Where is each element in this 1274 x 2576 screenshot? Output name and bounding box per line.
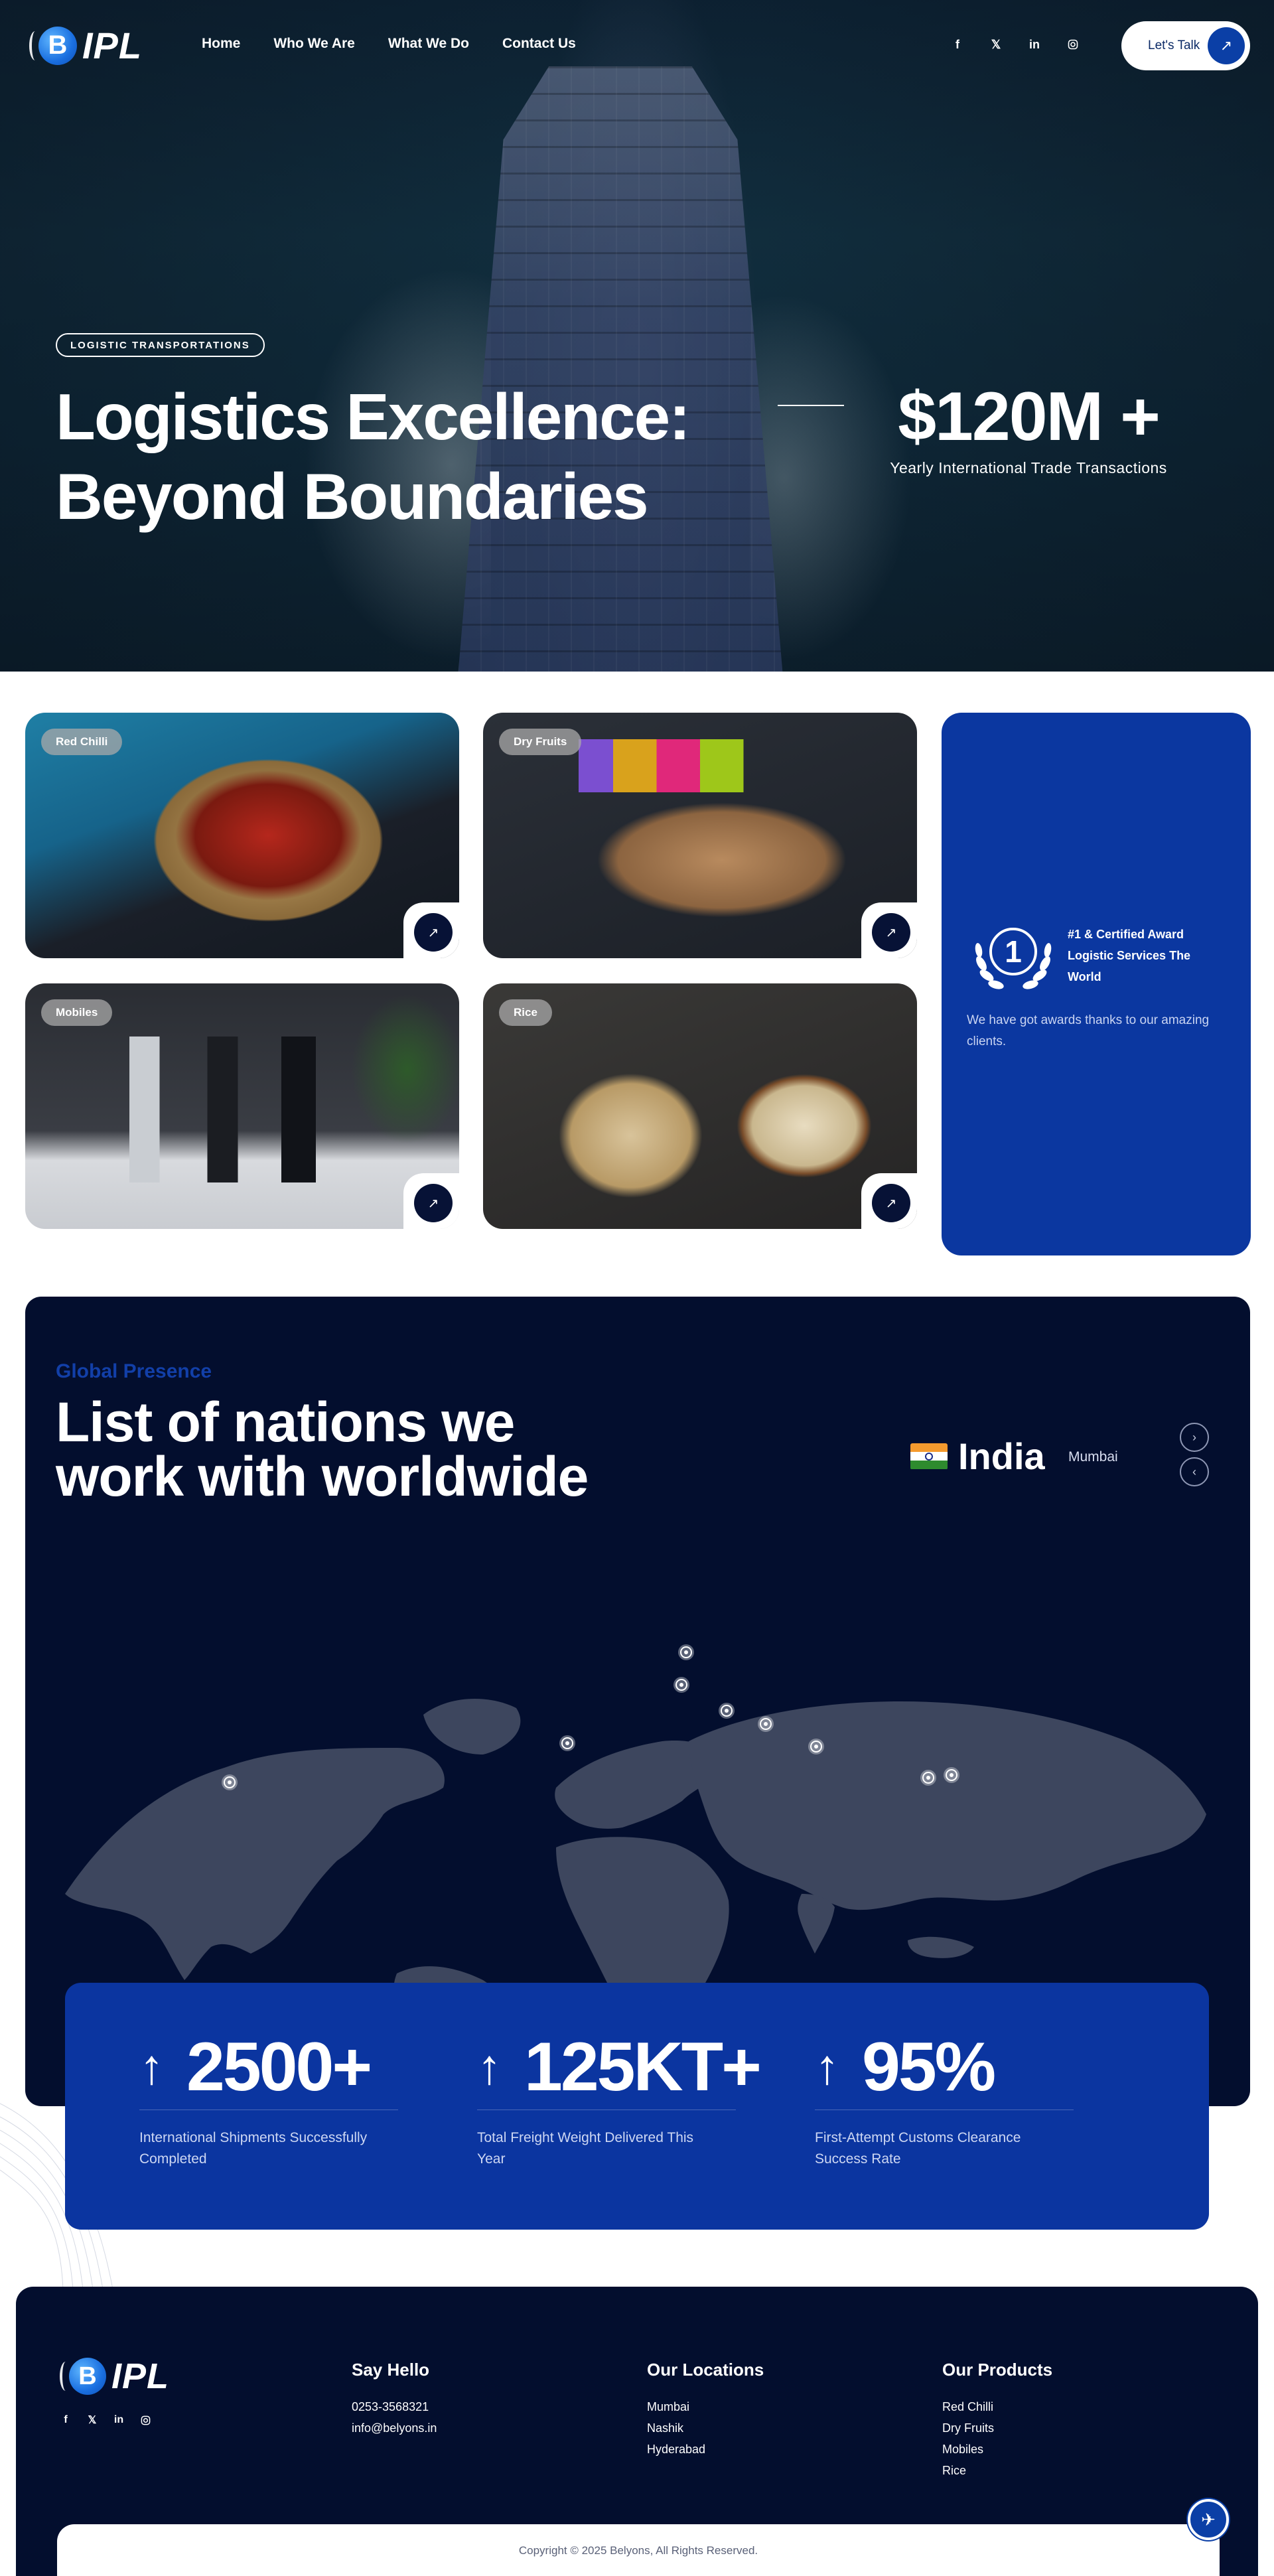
logo-mark: B <box>38 26 77 65</box>
footer-email[interactable]: info@belyons.in <box>352 2417 437 2439</box>
stat-value: 2500+ <box>186 2028 372 2106</box>
country-name: India <box>958 1435 1045 1477</box>
top-navigation: B IPL Home Who We Are What We Do Contact… <box>0 0 1274 90</box>
hero-stat-caption: Yearly International Trade Transactions <box>890 459 1167 476</box>
footer-logo[interactable]: B IPL <box>60 2356 169 2397</box>
logo-wordmark: IPL <box>82 25 143 66</box>
footer-socials: f 𝕏 in <box>60 2414 151 2426</box>
product-label: Dry Fruits <box>499 729 582 755</box>
header-socials: f 𝕏 in <box>952 38 1079 51</box>
arrow-up-right-icon[interactable]: ↗ <box>414 913 453 952</box>
nav-contact-us[interactable]: Contact Us <box>502 36 576 52</box>
product-label: Mobiles <box>41 999 113 1026</box>
product-label: Rice <box>499 999 552 1026</box>
facebook-icon[interactable]: f <box>60 2414 72 2426</box>
stat-value: 125KT+ <box>524 2028 762 2106</box>
copyright-text: Copyright © 2025 Belyons, All Rights Res… <box>518 2544 758 2557</box>
section-heading: List of nations we work with worldwide <box>56 1391 589 1508</box>
logo-wordmark: IPL <box>111 2356 170 2396</box>
footer-heading: Our Products <box>942 2360 1053 2380</box>
india-flag-icon <box>910 1443 948 1470</box>
main-menu: Home Who We Are What We Do Contact Us <box>202 36 576 52</box>
product-card-red-chilli[interactable]: Red Chilli ↗ <box>25 713 459 958</box>
world-map <box>65 1644 1206 2013</box>
x-icon[interactable]: 𝕏 <box>86 2414 98 2426</box>
linkedin-icon[interactable]: in <box>113 2414 125 2426</box>
footer-link[interactable]: Hyderabad <box>647 2439 764 2460</box>
previous-country-button[interactable]: ‹ <box>1180 1457 1209 1486</box>
linkedin-icon[interactable]: in <box>1028 38 1040 51</box>
footer-link[interactable]: Mumbai <box>647 2396 764 2417</box>
arrow-up-right-icon[interactable]: ↗ <box>872 1184 910 1222</box>
stat-item: ↑ 95% First-Attempt Customs Clearance Suc… <box>815 2024 1074 2170</box>
stat-value: 95% <box>862 2028 996 2106</box>
hero-tag: LOGISTIC TRANSPORTATIONS <box>56 333 265 357</box>
award-card: 1 #1 & Certified Award Logistic Services… <box>942 713 1251 1255</box>
stats-panel: ↑ 2500+ International Shipments Successfu… <box>65 1983 1209 2230</box>
footer-link[interactable]: Mobiles <box>942 2439 1052 2460</box>
arrow-up-right-icon[interactable]: ↗ <box>414 1184 453 1222</box>
instagram-icon[interactable] <box>139 2414 151 2426</box>
product-card-dry-fruits[interactable]: Dry Fruits ↗ <box>483 713 917 958</box>
hero-stat-value: $120M + <box>898 378 1161 455</box>
footer-link[interactable]: Dry Fruits <box>942 2417 1052 2439</box>
footer-heading: Our Locations <box>647 2360 764 2380</box>
stat-item: ↑ 125KT+ Total Freight Weight Delivered T… <box>477 2024 762 2170</box>
stat-label: Total Freight Weight Delivered This Year <box>477 2130 694 2167</box>
hero-title: Logistics Excellence: Beyond Boundaries <box>56 380 691 533</box>
nav-home[interactable]: Home <box>202 36 240 52</box>
footer-contact: Say Hello 0253-3568321 info@belyons.in <box>352 2360 437 2439</box>
footer-heading: Say Hello <box>352 2360 430 2380</box>
section-eyebrow: Global Presence <box>56 1360 212 1382</box>
site-logo[interactable]: B IPL <box>29 24 142 67</box>
facebook-icon[interactable]: f <box>952 38 963 51</box>
copyright-bar: Copyright © 2025 Belyons, All Rights Res… <box>57 2524 1220 2576</box>
award-description: We have got awards thanks to our amazing… <box>967 1013 1210 1048</box>
stat-item: ↑ 2500+ International Shipments Successfu… <box>139 2024 398 2170</box>
site-footer: B IPL f 𝕏 in Say Hello 0253-3568321 info… <box>16 2287 1258 2576</box>
x-icon[interactable]: 𝕏 <box>990 38 1002 51</box>
product-card-rice[interactable]: Rice ↗ <box>483 983 917 1229</box>
selected-country: India Mumbai <box>910 1435 1118 1478</box>
country-city: Mumbai <box>1068 1449 1118 1465</box>
footer-link[interactable]: Rice <box>942 2460 1052 2481</box>
award-title: #1 & Certified Award Logistic Services T… <box>1068 928 1191 983</box>
footer-link[interactable]: Nashik <box>647 2417 764 2439</box>
stat-label: International Shipments Successfully Com… <box>139 2130 368 2167</box>
stat-label: First-Attempt Customs Clearance Success … <box>815 2130 1021 2167</box>
divider <box>778 405 844 406</box>
instagram-icon[interactable] <box>1067 38 1079 50</box>
product-card-mobiles[interactable]: Mobiles ↗ <box>25 983 459 1229</box>
arrow-up-icon: ↑ <box>815 2039 839 2094</box>
arrow-up-icon: ↑ <box>477 2039 502 2094</box>
lets-talk-button[interactable]: Let's Talk ↗ <box>1121 21 1250 70</box>
footer-locations: Our Locations Mumbai Nashik Hyderabad <box>647 2360 764 2460</box>
award-laurel-icon: 1 <box>975 928 1052 989</box>
hero-section: B IPL Home Who We Are What We Do Contact… <box>0 0 1274 672</box>
next-country-button[interactable]: › <box>1180 1423 1209 1452</box>
product-label: Red Chilli <box>41 729 123 755</box>
svg-text:1: 1 <box>1005 934 1022 969</box>
footer-phone[interactable]: 0253-3568321 <box>352 2396 437 2417</box>
arrow-up-right-icon: ↗ <box>1208 27 1245 64</box>
hero-stat: $120M + Yearly International Trade Trans… <box>876 377 1181 477</box>
arrow-up-icon: ↑ <box>139 2039 164 2094</box>
airplane-icon[interactable]: ✈ <box>1188 2499 1229 2540</box>
footer-link[interactable]: Red Chilli <box>942 2396 1052 2417</box>
nav-what-we-do[interactable]: What We Do <box>388 36 469 52</box>
footer-products: Our Products Red Chilli Dry Fruits Mobil… <box>942 2360 1052 2481</box>
arrow-up-right-icon[interactable]: ↗ <box>872 913 910 952</box>
nav-who-we-are[interactable]: Who We Are <box>273 36 355 52</box>
logo-mark: B <box>69 2358 106 2395</box>
